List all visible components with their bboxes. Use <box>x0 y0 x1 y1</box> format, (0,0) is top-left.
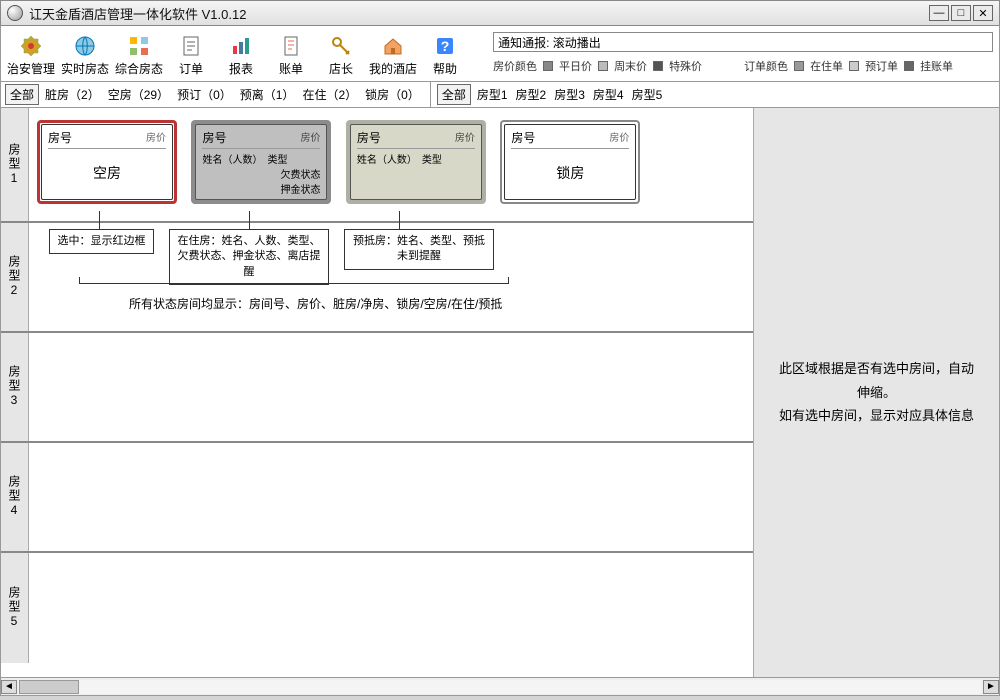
svg-text:?: ? <box>441 38 450 54</box>
legend-order-label: 订单颜色 <box>744 58 788 74</box>
toolbar-label: 实时房态 <box>61 60 109 77</box>
filter-reserved[interactable]: 预订（0） <box>177 86 232 103</box>
filter-bar: 全部 脏房（2） 空房（29） 预订（0） 预离（1） 在住（2） 锁房（0） … <box>0 82 1000 108</box>
toolbar-bills[interactable]: 账单 <box>269 34 313 77</box>
filter-locked[interactable]: 锁房（0） <box>365 86 420 103</box>
toolbar-my-hotel[interactable]: 我的酒店 <box>369 34 417 77</box>
toolbar-security[interactable]: 治安管理 <box>7 34 55 77</box>
toolbar-label: 综合房态 <box>115 60 163 77</box>
document-icon <box>179 34 203 58</box>
badge-icon <box>19 34 43 58</box>
main-area: 房型1 房号房价 空房 房号房价 姓名（人数） <box>0 108 1000 678</box>
legend-price-label: 房价颜色 <box>493 58 537 74</box>
filter-leaving[interactable]: 预离（1） <box>240 86 295 103</box>
filter-dirty[interactable]: 脏房（2） <box>45 86 100 103</box>
room-card-prearrival[interactable]: 房号房价 姓名（人数） 类型 <box>346 120 486 204</box>
callout-selected: 选中：显示红边框 <box>49 229 154 254</box>
row-label-2: 房型2 <box>1 223 29 331</box>
app-icon <box>7 5 23 21</box>
filter-empty[interactable]: 空房（29） <box>108 86 169 103</box>
filter-all-status[interactable]: 全部 <box>5 84 39 105</box>
notice-text: 滚动播出 <box>553 34 601 51</box>
detail-line2: 如有选中房间，显示对应具体信息 <box>774 404 979 427</box>
receipt-icon <box>279 34 303 58</box>
swatch-pending <box>904 61 914 71</box>
maximize-button[interactable]: □ <box>951 5 971 21</box>
toolbar-label: 帮助 <box>433 60 457 77</box>
notice-bar: 通知通报: 滚动播出 <box>493 32 993 52</box>
toolbar-label: 治安管理 <box>7 60 55 77</box>
callout-occupied: 在住房：姓名、人数、类型、欠费状态、押金状态、离店提醒 <box>169 229 329 285</box>
toolbar-label: 订单 <box>179 60 203 77</box>
toolbar-label: 账单 <box>279 60 303 77</box>
window-title: 讧天金盾酒店管理一体化软件 V1.0.12 <box>29 4 929 23</box>
scroll-track[interactable] <box>19 680 981 694</box>
row-label-1: 房型1 <box>1 108 29 221</box>
row-label-3: 房型3 <box>1 333 29 441</box>
swatch-reserved <box>849 61 859 71</box>
row-label-5: 房型5 <box>1 553 29 663</box>
home-icon <box>381 34 405 58</box>
titlebar: 讧天金盾酒店管理一体化软件 V1.0.12 ― □ ✕ <box>0 0 1000 26</box>
toolbar-manager[interactable]: 店长 <box>319 34 363 77</box>
filter-occupied[interactable]: 在住（2） <box>302 86 357 103</box>
minimize-button[interactable]: ― <box>929 5 949 21</box>
scroll-right-icon[interactable]: ► <box>983 680 999 694</box>
key-icon <box>329 34 353 58</box>
toolbar-rooms-overview[interactable]: 综合房态 <box>115 34 163 77</box>
detail-panel: 此区域根据是否有选中房间，自动伸缩。 如有选中房间，显示对应具体信息 <box>754 108 999 677</box>
filter-type4[interactable]: 房型4 <box>593 86 624 103</box>
toolbar-label: 报表 <box>229 60 253 77</box>
filter-type1[interactable]: 房型1 <box>477 86 508 103</box>
chart-icon <box>229 34 253 58</box>
swatch-weekend <box>598 61 608 71</box>
room-card-locked[interactable]: 房号房价 锁房 <box>500 120 640 204</box>
toolbar: 治安管理 实时房态 综合房态 订单 报表 账单 店长 我的酒店 ? 帮助 通知通… <box>0 26 1000 82</box>
scroll-thumb[interactable] <box>19 680 79 694</box>
toolbar-orders[interactable]: 订单 <box>169 34 213 77</box>
grid-icon <box>127 34 151 58</box>
room-card-empty[interactable]: 房号房价 空房 <box>37 120 177 204</box>
swatch-occupied <box>794 61 804 71</box>
room-card-occupied[interactable]: 房号房价 姓名（人数） 类型 欠费状态 押金状态 <box>191 120 331 204</box>
detail-line1: 此区域根据是否有选中房间，自动伸缩。 <box>774 357 979 404</box>
summary-note: 所有状态房间均显示：房间号、房价、脏房/净房、锁房/空房/在住/预抵 <box>129 295 502 312</box>
toolbar-label: 我的酒店 <box>369 60 417 77</box>
globe-icon <box>73 34 97 58</box>
row-label-4: 房型4 <box>1 443 29 551</box>
close-button[interactable]: ✕ <box>973 5 993 21</box>
swatch-special <box>653 61 663 71</box>
help-icon: ? <box>433 34 457 58</box>
toolbar-reports[interactable]: 报表 <box>219 34 263 77</box>
toolbar-label: 店长 <box>329 60 353 77</box>
horizontal-scrollbar[interactable]: ◄ ► <box>0 678 1000 696</box>
filter-type3[interactable]: 房型3 <box>554 86 585 103</box>
filter-all-types[interactable]: 全部 <box>437 84 471 105</box>
toolbar-help[interactable]: ? 帮助 <box>423 34 467 77</box>
filter-type2[interactable]: 房型2 <box>516 86 547 103</box>
swatch-weekday <box>543 61 553 71</box>
callout-prearrival: 预抵房：姓名、类型、预抵未到提醒 <box>344 229 494 270</box>
filter-type5[interactable]: 房型5 <box>632 86 663 103</box>
scroll-left-icon[interactable]: ◄ <box>1 680 17 694</box>
toolbar-realtime-rooms[interactable]: 实时房态 <box>61 34 109 77</box>
notice-label: 通知通报: <box>498 34 549 51</box>
